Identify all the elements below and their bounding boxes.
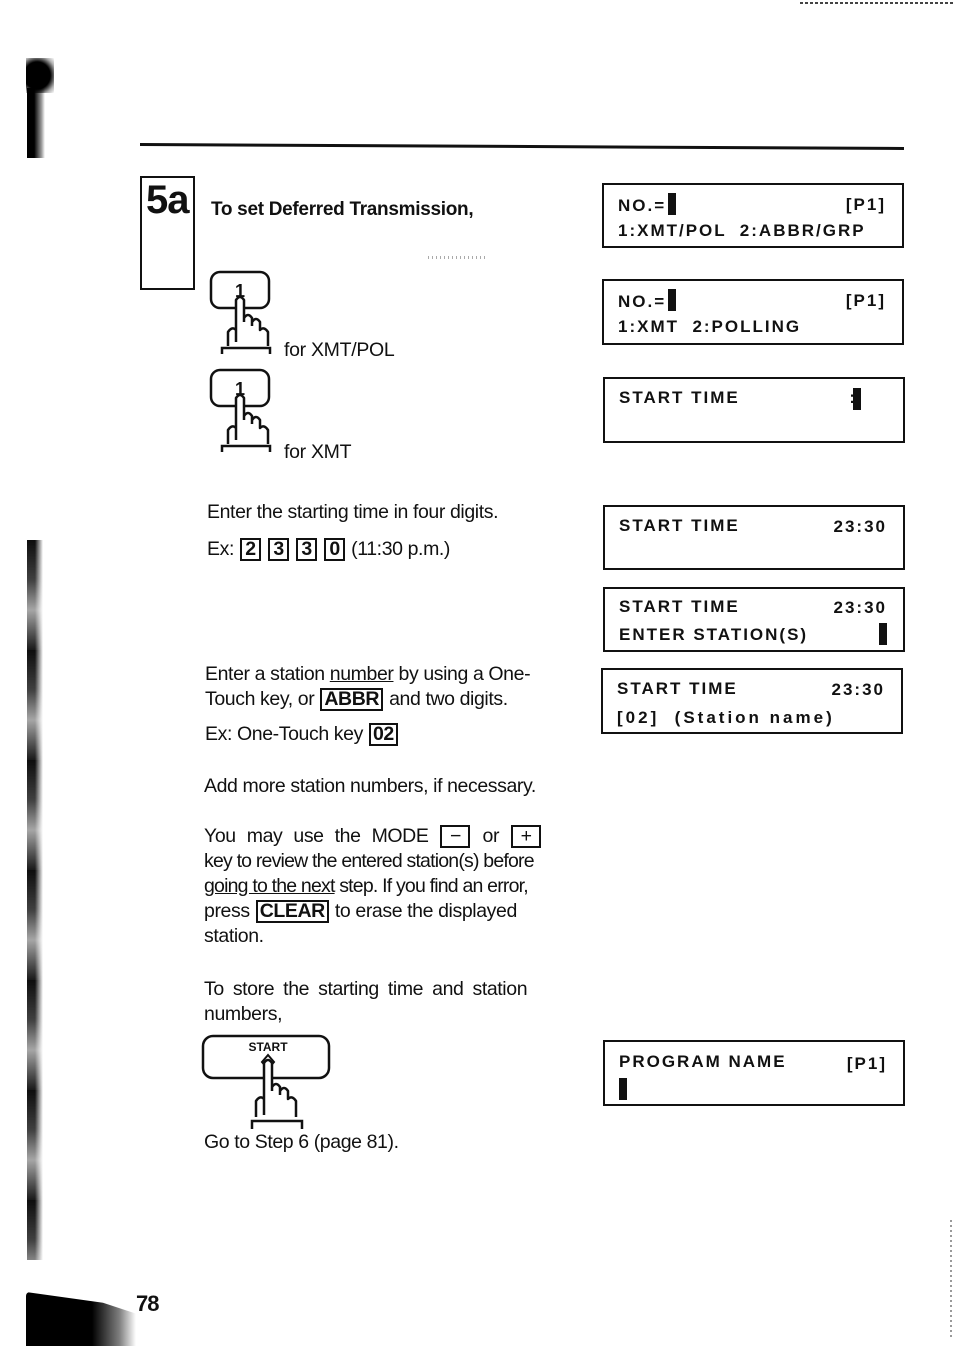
- lcd-time: 23:30: [833, 598, 887, 617]
- lcd-text: NO.=: [618, 196, 667, 215]
- hand-press-start-icon: START: [201, 1034, 331, 1129]
- text-span: by using a One-: [393, 663, 531, 685]
- abbr-key: ABBR: [320, 688, 384, 711]
- text-span: You may use the MODE: [204, 825, 440, 847]
- mode-minus-key: −: [440, 825, 471, 848]
- text-span: Enter a station: [205, 663, 330, 685]
- lcd-display-no-xmt-pol: NO.= [P1] 1:XMT/POL 2:ABBR/GRP: [602, 183, 904, 248]
- key-2: 2: [240, 538, 262, 561]
- example-note: (11:30 p.m.): [351, 538, 451, 560]
- text-span: key to review the entered station(s) bef…: [204, 850, 535, 872]
- mode-plus-key: +: [511, 825, 542, 848]
- lcd-page-indicator: [P1]: [846, 1054, 887, 1073]
- add-more-instruction: Add more station numbers, if necessary.: [204, 775, 536, 797]
- lcd-text: 1:XMT 2:POLLING: [618, 317, 802, 336]
- for-xmt-pol-label: for XMT/POL: [284, 339, 395, 361]
- start-key-glyph: START: [248, 1040, 288, 1054]
- text-span: Ex: One-Touch key: [205, 723, 368, 745]
- lcd-colon: :: [849, 388, 857, 407]
- lcd-time: 23:30: [831, 680, 885, 699]
- scan-binding-shadow-left: [27, 540, 43, 1260]
- text-span: number: [329, 663, 394, 685]
- example-prefix: Ex:: [207, 538, 234, 560]
- station-instruction: Enter a station number by using a One- T…: [205, 662, 585, 712]
- header-rule: [139, 143, 904, 151]
- mode-instruction: You may use the MODE − or + key to revie…: [204, 824, 584, 949]
- page-number: 78: [136, 1291, 160, 1316]
- lcd-display-station-entered: START TIME 23:30 [02] (Station name): [601, 668, 903, 734]
- text-span: numbers,: [204, 1003, 283, 1025]
- lcd-display-no-xmt-polling: NO.= [P1] 1:XMT 2:POLLING: [602, 279, 904, 345]
- start-time-example: Ex: 2 3 3 0 (11:30 p.m.): [207, 537, 450, 562]
- lcd-cursor: [668, 193, 677, 215]
- lcd-text: 1:XMT/POL 2:ABBR/GRP: [618, 221, 866, 240]
- lcd-cursor: [668, 289, 677, 311]
- text-span: or: [471, 825, 511, 847]
- lcd-display-enter-stations: START TIME 23:30 ENTER STATION(S): [603, 587, 905, 652]
- key-3: 3: [268, 538, 290, 561]
- step-label: 5a: [146, 178, 189, 222]
- key-0: 0: [324, 538, 346, 561]
- section-heading: To set Deferred Transmission,: [211, 199, 474, 220]
- lcd-display-start-time-entry: START TIME :: [603, 377, 905, 443]
- hand-press-key-icon: 1: [209, 270, 272, 354]
- page-corner-tab: [26, 1292, 136, 1346]
- start-time-instruction: Enter the starting time in four digits.: [207, 501, 499, 523]
- lcd-text: ENTER STATION(S): [619, 625, 809, 644]
- lcd-text: [02] (Station name): [617, 708, 835, 727]
- text-span: press: [204, 900, 255, 922]
- scan-edge-dots-right: [950, 1220, 952, 1340]
- one-touch-key-02: 02: [368, 723, 398, 746]
- text-span: Touch key, or: [205, 688, 320, 710]
- go-to-step-6: Go to Step 6 (page 81).: [204, 1131, 399, 1153]
- lcd-text: NO.=: [618, 292, 667, 311]
- clear-key: CLEAR: [255, 900, 329, 923]
- lcd-page-indicator: [P1]: [845, 291, 886, 310]
- lcd-display-start-time-set: START TIME 23:30: [603, 505, 905, 570]
- text-span: station.: [204, 925, 264, 947]
- lcd-page-indicator: [P1]: [845, 195, 886, 214]
- text-span: going to the next: [204, 875, 335, 897]
- text-span: step. If you find an error,: [334, 875, 529, 897]
- lcd-time: 23:30: [833, 517, 887, 536]
- text-span: To store the starting time and station: [204, 978, 528, 1000]
- for-xmt-label: for XMT: [284, 441, 352, 463]
- scan-binding-shadow-top-lower: [27, 88, 45, 158]
- store-instruction: To store the starting time and station n…: [204, 977, 584, 1027]
- key-3: 3: [296, 538, 318, 561]
- scan-edge-dots-top: [800, 2, 954, 4]
- scan-speck: [428, 256, 488, 259]
- hand-press-key-icon: 1: [209, 368, 272, 452]
- lcd-cursor: [619, 1078, 627, 1100]
- lcd-cursor: [879, 623, 887, 645]
- lcd-display-program-name: PROGRAM NAME [P1]: [603, 1040, 905, 1106]
- text-span: to erase the displayed: [329, 900, 517, 922]
- text-span: and two digits.: [384, 688, 508, 710]
- station-example: Ex: One-Touch key 02: [205, 722, 399, 747]
